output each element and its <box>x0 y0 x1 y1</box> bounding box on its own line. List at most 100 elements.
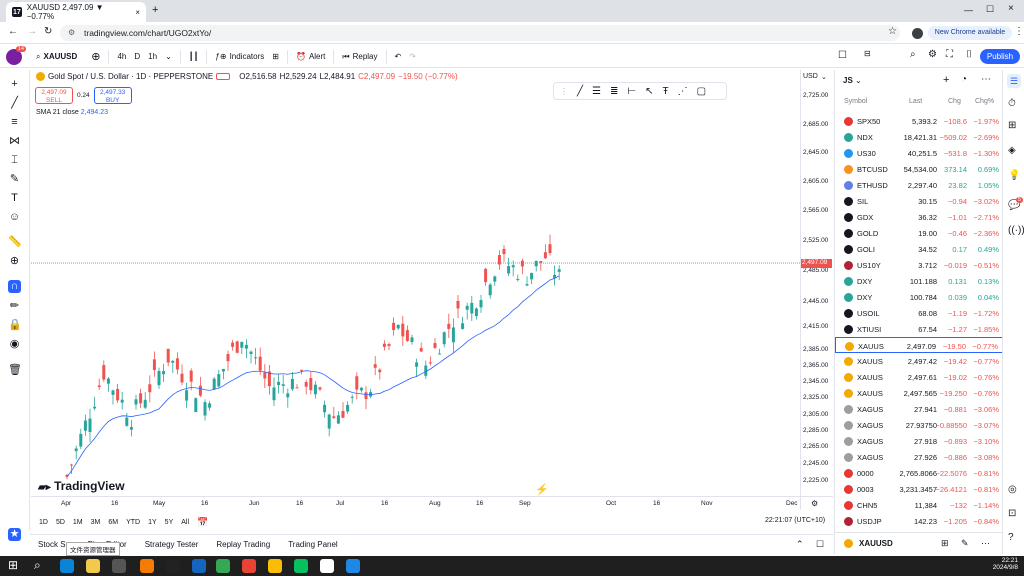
fullscreen-icon[interactable]: ⛶ <box>946 49 953 60</box>
settings-gear-icon[interactable]: ⚙ <box>928 49 937 60</box>
measure-icon[interactable]: ⊢ <box>627 86 636 97</box>
tab-trading-panel[interactable]: Trading Panel <box>288 540 338 549</box>
axis-settings-icon[interactable]: ⚙ <box>811 499 818 508</box>
brush-icon[interactable]: ✎ <box>8 173 21 186</box>
range-button-5d[interactable]: 5D <box>56 519 65 526</box>
compare-symbol-icon[interactable]: ⊕ <box>91 50 100 63</box>
watchlist-row[interactable]: 0003 3,231.3457 −26.4121 −0.81% <box>835 481 1003 497</box>
watchlist-row[interactable]: XAUUS 2,497.565 −19.250 −0.76% <box>835 385 1003 401</box>
price-chart[interactable] <box>31 70 800 510</box>
reload-icon[interactable]: ↻ <box>44 26 52 37</box>
watchlist-row[interactable]: GOLI 34.52 0.17 0.49% <box>835 241 1003 257</box>
watchlist-row[interactable]: XAGUS 27.926 −0.886 −3.08% <box>835 449 1003 465</box>
add-symbol-icon[interactable]: + <box>943 74 949 86</box>
site-info-icon[interactable]: ⚙ <box>68 28 75 37</box>
watchlist-row[interactable]: XTIUSI 67.54 −1.27 −1.85% <box>835 321 1003 337</box>
visibility-eye-icon[interactable]: ◉ <box>8 338 21 351</box>
watchlist-row[interactable]: DXY 100.784 0.039 0.04% <box>835 289 1003 305</box>
footer-more-icon[interactable]: ⋯ <box>981 538 990 549</box>
tab-replay-trading[interactable]: Replay Trading <box>216 540 270 549</box>
alerts-clock-icon[interactable]: ⏱ <box>1008 98 1016 109</box>
watchlist-row[interactable]: XAUUS 2,497.09 −19.50 −0.77% <box>835 337 1003 353</box>
footer-symbol[interactable]: XAUUSD <box>859 539 893 548</box>
snapshot-camera-icon[interactable]: ⌷ <box>966 49 972 60</box>
tab-strategy-tester[interactable]: Strategy Tester <box>145 540 199 549</box>
range-button-3m[interactable]: 3M <box>91 519 101 526</box>
range-button-all[interactable]: All <box>181 519 189 526</box>
range-button-1y[interactable]: 1Y <box>148 519 157 526</box>
url-field[interactable]: tradingview.com/chart/UGO2xtYo/ <box>60 25 900 41</box>
watchlist-row[interactable]: XAGUS 27.918 −0.893 −3.10% <box>835 433 1003 449</box>
app-icon-4[interactable] <box>140 559 154 573</box>
range-button-1m[interactable]: 1M <box>73 519 83 526</box>
chrome-update-button[interactable]: New Chrome available <box>928 26 1012 40</box>
watchlist-row[interactable]: XAGUS 27.941 −0.881 −3.06% <box>835 401 1003 417</box>
redo-icon[interactable]: ↷ <box>409 52 416 61</box>
alert-button[interactable]: Alert <box>309 52 325 61</box>
interval-d[interactable]: D <box>134 52 140 61</box>
replay-button[interactable]: Replay <box>353 52 378 61</box>
ideas-bulb-icon[interactable]: 💡 <box>1008 170 1020 181</box>
chrome-menu-icon[interactable]: ⋮ <box>1014 26 1024 37</box>
watchlist-row[interactable]: XAUUS 2,497.42 −19.42 −0.77% <box>835 353 1003 369</box>
lock-drawings-icon[interactable]: ✏ <box>8 300 21 313</box>
text-anchor-icon[interactable]: Ŧ <box>663 86 669 97</box>
rectangle-icon[interactable]: ▢ <box>697 86 706 97</box>
price-axis[interactable]: USD ⌄ 2,725.00 2,685.00 2,645.00 2,605.00 2,… <box>800 70 833 510</box>
watchlist-icon[interactable]: ☰ <box>1007 74 1021 88</box>
advanced-view-icon[interactable]: ◔ <box>961 74 967 85</box>
clock-display[interactable]: 22:21:07 (UTC+10) <box>765 517 825 524</box>
layers-icon[interactable]: ◈ <box>1008 145 1016 156</box>
grid-icon[interactable]: ⊞ <box>941 538 949 549</box>
interval-1h[interactable]: 1h <box>148 52 157 61</box>
alert-icon[interactable]: ⏰ <box>296 52 306 61</box>
templates-icon[interactable]: ⊡ <box>1008 508 1016 519</box>
watchlist-row[interactable]: US30 40,251.5 −531.8 −1.30% <box>835 145 1003 161</box>
watchlist-name[interactable]: JS <box>843 76 853 85</box>
publish-button[interactable]: Publish <box>980 49 1020 64</box>
pattern-icon[interactable]: ⋈ <box>8 135 21 148</box>
watchlist-row[interactable]: USDJP 142.23 −1.205 −0.84% <box>835 513 1003 529</box>
parallel-channel-icon[interactable]: ☰ <box>592 86 601 97</box>
watchlist-row[interactable]: SIL 30.15 −0.94 −3.02% <box>835 193 1003 209</box>
legend-title[interactable]: Gold Spot / U.S. Dollar · 1D · PEPPERSTO… <box>48 72 213 81</box>
target-icon[interactable]: ◎ <box>1008 484 1017 495</box>
minimize-icon[interactable]: — <box>964 5 973 15</box>
emoji-icon[interactable]: ☺ <box>8 211 21 224</box>
collapse-panel-icon[interactable]: ⌃ <box>796 539 804 550</box>
app-icon-12[interactable] <box>346 559 360 573</box>
date-range-icon[interactable]: 📅 <box>197 517 208 528</box>
tab-stock-screener[interactable]: Stock Sc <box>38 540 70 549</box>
app-icon-6[interactable] <box>192 559 206 573</box>
trendline-icon[interactable]: ╱ <box>8 97 21 110</box>
watchlist-row[interactable]: ETHUSD 2,297.40 23.82 1.05% <box>835 177 1003 193</box>
bookmark-star-icon[interactable]: ☆ <box>888 26 897 37</box>
zoom-in-icon[interactable]: ⊕ <box>8 255 21 268</box>
app-icon-5[interactable] <box>166 559 180 573</box>
buy-button[interactable]: 2,497.33 BUY <box>93 87 132 104</box>
watchlist-row[interactable]: DXY 101.188 0.131 0.13% <box>835 273 1003 289</box>
taskbar-clock[interactable]: 22:21 2024/9/8 <box>986 557 1018 571</box>
watchlist-row[interactable]: CHN5 11,384 −132 −1.14% <box>835 497 1003 513</box>
range-button-1d[interactable]: 1D <box>39 519 48 526</box>
ruler-icon[interactable]: 📏 <box>8 236 22 249</box>
file-explorer-icon[interactable] <box>86 559 100 573</box>
sell-button[interactable]: 2,497.09 SELL <box>35 87 73 104</box>
indicators-icon[interactable]: ƒ⊕ <box>215 52 226 61</box>
browser-tab[interactable]: 17 XAUUSD 2,497.09 ▼ −0.77% × <box>6 2 146 22</box>
watchlist-row[interactable]: XAGUS 27.93750 −0.88550 −3.07% <box>835 417 1003 433</box>
app-icon-3[interactable] <box>112 559 126 573</box>
sma-legend[interactable]: SMA 21 close 2,494.23 <box>36 109 108 116</box>
text-tool-icon[interactable]: T <box>8 192 21 205</box>
maximize-icon[interactable]: ☐ <box>986 4 994 15</box>
magnet-icon[interactable]: ∩ <box>8 280 21 293</box>
wechat-icon[interactable] <box>294 559 308 573</box>
forward-icon[interactable]: → <box>27 26 37 37</box>
undo-icon[interactable]: ↶ <box>395 52 402 61</box>
watchlist-row[interactable]: SPX50 5,393.2 −108.6 −1.97% <box>835 113 1003 129</box>
range-button-6m[interactable]: 6M <box>108 519 118 526</box>
range-button-ytd[interactable]: YTD <box>126 519 140 526</box>
save-layout-icon[interactable]: ⊟ <box>864 49 871 58</box>
profile-avatar[interactable] <box>912 28 923 39</box>
user-avatar[interactable]: 14 <box>6 45 26 65</box>
